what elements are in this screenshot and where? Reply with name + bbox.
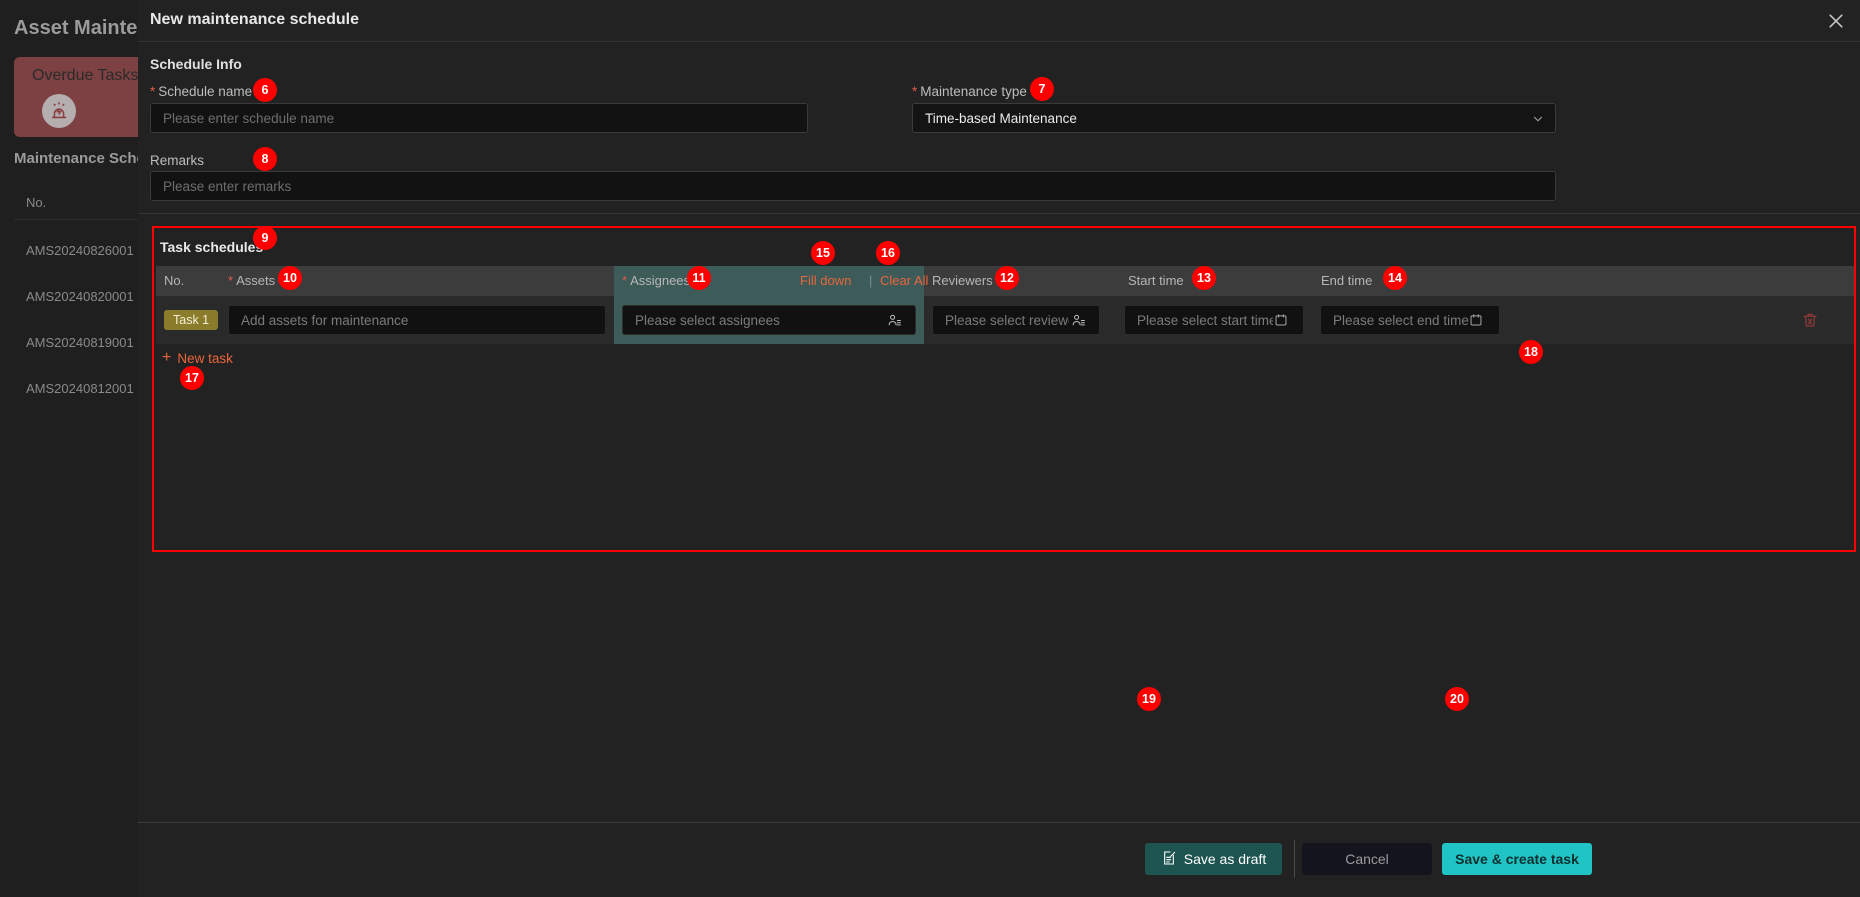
col-header-start-time: Start time — [1128, 273, 1184, 288]
schedule-name-input[interactable] — [150, 103, 808, 133]
section-divider — [138, 213, 1860, 214]
footer-button-separator — [1294, 840, 1295, 878]
annotation-badge-18: 18 — [1519, 340, 1543, 364]
alarm-light-icon — [42, 94, 76, 128]
maintenance-type-select[interactable]: Time-based Maintenance — [912, 103, 1556, 133]
required-asterisk: * — [912, 84, 918, 99]
draft-document-icon — [1161, 850, 1177, 869]
cancel-label: Cancel — [1345, 851, 1389, 867]
overdue-tasks-label: Overdue Tasks — [32, 67, 139, 84]
list-item[interactable]: AMS20240812001 — [26, 381, 134, 396]
task-number-badge: Task 1 — [164, 310, 219, 330]
save-as-draft-label: Save as draft — [1183, 851, 1267, 867]
col-header-assignees: * Assignees — [622, 273, 691, 288]
remarks-label: Remarks — [150, 153, 205, 168]
annotation-badge-17: 17 — [180, 366, 204, 390]
new-maintenance-schedule-dialog: New maintenance schedule Schedule Info *… — [138, 0, 1860, 897]
annotation-badge-19: 19 — [1137, 687, 1161, 711]
cancel-button[interactable]: Cancel — [1302, 843, 1432, 875]
col-header-no: No. — [164, 273, 185, 288]
col-header-end-time: End time — [1321, 273, 1373, 288]
footer-divider — [138, 822, 1860, 823]
save-and-create-task-button[interactable]: Save & create task — [1442, 843, 1592, 875]
annotation-badge-7: 7 — [1030, 77, 1054, 101]
annotation-badge-11: 11 — [687, 266, 711, 290]
annotation-badge-16: 16 — [876, 241, 900, 265]
reviewers-input[interactable] — [932, 305, 1100, 335]
new-task-label: New task — [177, 350, 233, 366]
assets-input[interactable] — [228, 305, 606, 335]
dialog-title: New maintenance schedule — [150, 11, 359, 28]
new-task-button[interactable]: + New task — [162, 350, 233, 366]
list-item[interactable]: AMS20240819001 — [26, 335, 134, 350]
clear-all-link[interactable]: Clear All — [880, 273, 928, 288]
maintenance-type-label: * Maintenance type — [912, 84, 1027, 99]
schedule-info-heading: Schedule Info — [150, 56, 242, 72]
dialog-header: New maintenance schedule — [138, 0, 1860, 42]
schedule-name-label: * Schedule name — [150, 84, 253, 99]
save-as-draft-button[interactable]: Save as draft — [1145, 843, 1282, 875]
start-time-input[interactable] — [1124, 305, 1304, 335]
maintenance-type-value: Time-based Maintenance — [925, 110, 1077, 126]
annotation-badge-12: 12 — [995, 266, 1019, 290]
annotation-badge-13: 13 — [1192, 266, 1216, 290]
col-header-reviewers: Reviewers — [932, 273, 993, 288]
required-asterisk: * — [228, 273, 234, 288]
table-row: Task 1 — [156, 296, 1854, 344]
annotation-badge-8: 8 — [253, 147, 277, 171]
delete-trash-icon[interactable] — [1801, 311, 1819, 329]
plus-icon: + — [162, 349, 172, 366]
list-item[interactable]: AMS20240820001 — [26, 289, 134, 304]
chevron-down-icon — [1531, 112, 1545, 126]
annotation-badge-9: 9 — [253, 226, 277, 250]
annotation-badge-15: 15 — [811, 241, 835, 265]
annotation-badge-20: 20 — [1445, 687, 1469, 711]
task-schedules-heading: Task schedules — [160, 239, 264, 255]
screen-root: Asset Maintenan Overdue Tasks Maintenanc… — [0, 0, 1860, 897]
close-icon[interactable] — [1826, 11, 1846, 31]
schedule-list-col-no: No. — [26, 195, 47, 210]
required-asterisk: * — [622, 273, 628, 288]
annotation-badge-14: 14 — [1383, 266, 1407, 290]
required-asterisk: * — [150, 84, 156, 99]
action-separator: | — [869, 273, 873, 288]
fill-down-link[interactable]: Fill down — [800, 273, 851, 288]
save-and-create-label: Save & create task — [1455, 851, 1579, 867]
annotation-badge-10: 10 — [278, 266, 302, 290]
end-time-input[interactable] — [1320, 305, 1500, 335]
remarks-input[interactable] — [150, 171, 1556, 201]
annotation-badge-6: 6 — [253, 78, 277, 102]
assignees-input[interactable] — [622, 305, 916, 335]
col-header-assets: * Assets — [228, 273, 276, 288]
list-item[interactable]: AMS20240826001 — [26, 243, 134, 258]
